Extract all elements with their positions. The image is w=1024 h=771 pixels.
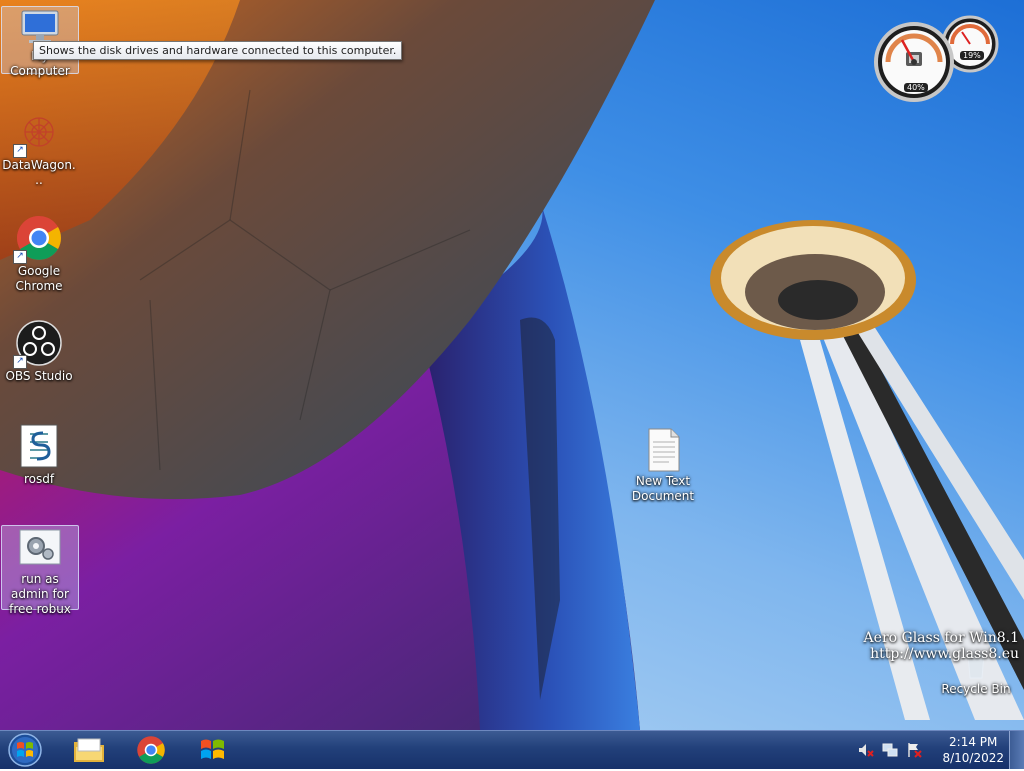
desktop-icon-label: rosdf (23, 472, 55, 486)
desktop-icon-label: Google Chrome (15, 264, 63, 293)
show-desktop-button[interactable] (1009, 731, 1024, 769)
clock-date: 8/10/2022 (942, 751, 1004, 765)
action-center-flag-icon[interactable] (906, 742, 923, 758)
file-explorer-icon (74, 738, 104, 762)
desktop-icon-my-computer[interactable]: My Computer (1, 6, 79, 78)
cpu-value: 40% (904, 83, 928, 92)
desktop-icon-datawagon[interactable]: ↗ DataWagon... (1, 108, 77, 188)
chrome-icon: ↗ (13, 214, 63, 264)
desktop-icon-label: Recycle Bin (941, 682, 1011, 696)
desktop-icon-label: New Text Document (631, 474, 695, 503)
memory-value: 19% (960, 51, 984, 60)
clock-time: 2:14 PM (949, 735, 998, 749)
taskbar-windows-app[interactable] (188, 732, 238, 768)
desktop-icon-label: DataWagon... (2, 158, 76, 187)
desktop-icon-google-chrome[interactable]: ↗ Google Chrome (1, 214, 77, 294)
desktop-icon-obs-studio[interactable]: ↗ OBS Studio (1, 319, 77, 384)
taskbar: 2:14 PM 8/10/2022 (0, 730, 1024, 769)
aero-glass-watermark: Aero Glass for Win8.1 http://www.glass8.… (864, 630, 1019, 662)
desktop-icon-run-as-admin[interactable]: run as admin for free robux (1, 525, 79, 616)
text-document-icon (639, 428, 687, 472)
chrome-icon (137, 736, 165, 764)
volume-muted-icon[interactable] (858, 742, 875, 758)
windows-orb-icon (8, 733, 42, 767)
desktop-icon-rosdf[interactable]: rosdf (1, 422, 77, 487)
cpu-meter-gadget[interactable]: 40% 19% (874, 8, 1000, 104)
taskbar-clock[interactable]: 2:14 PM 8/10/2022 (942, 734, 1004, 766)
desktop-icon-new-text-document[interactable]: New Text Document (625, 428, 701, 504)
desktop-wallpaper (0, 0, 1024, 730)
tooltip: Shows the disk drives and hardware conne… (33, 41, 403, 60)
windows-flag-icon (201, 739, 224, 759)
desktop-icon-label: OBS Studio (5, 369, 73, 383)
shortcut-arrow-icon: ↗ (13, 250, 27, 264)
desktop-icon-label: run as admin for free robux (9, 572, 71, 616)
taskbar-file-explorer[interactable] (64, 732, 114, 768)
network-icon[interactable] (882, 742, 898, 758)
watermark-line1: Aero Glass for Win8.1 (863, 630, 1019, 646)
shortcut-arrow-icon: ↗ (13, 355, 27, 369)
taskbar-chrome[interactable] (126, 732, 176, 768)
script-icon (15, 422, 63, 470)
system-tray: 2:14 PM 8/10/2022 (858, 731, 1004, 769)
settings-gear-icon (16, 526, 64, 570)
start-button[interactable] (6, 732, 44, 768)
wallpaper-art (0, 0, 1024, 730)
shortcut-arrow-icon: ↗ (13, 144, 27, 158)
watermark-line2: http://www.glass8.eu (870, 646, 1019, 662)
datawagon-icon: ↗ (13, 108, 63, 158)
obs-icon: ↗ (13, 319, 63, 369)
